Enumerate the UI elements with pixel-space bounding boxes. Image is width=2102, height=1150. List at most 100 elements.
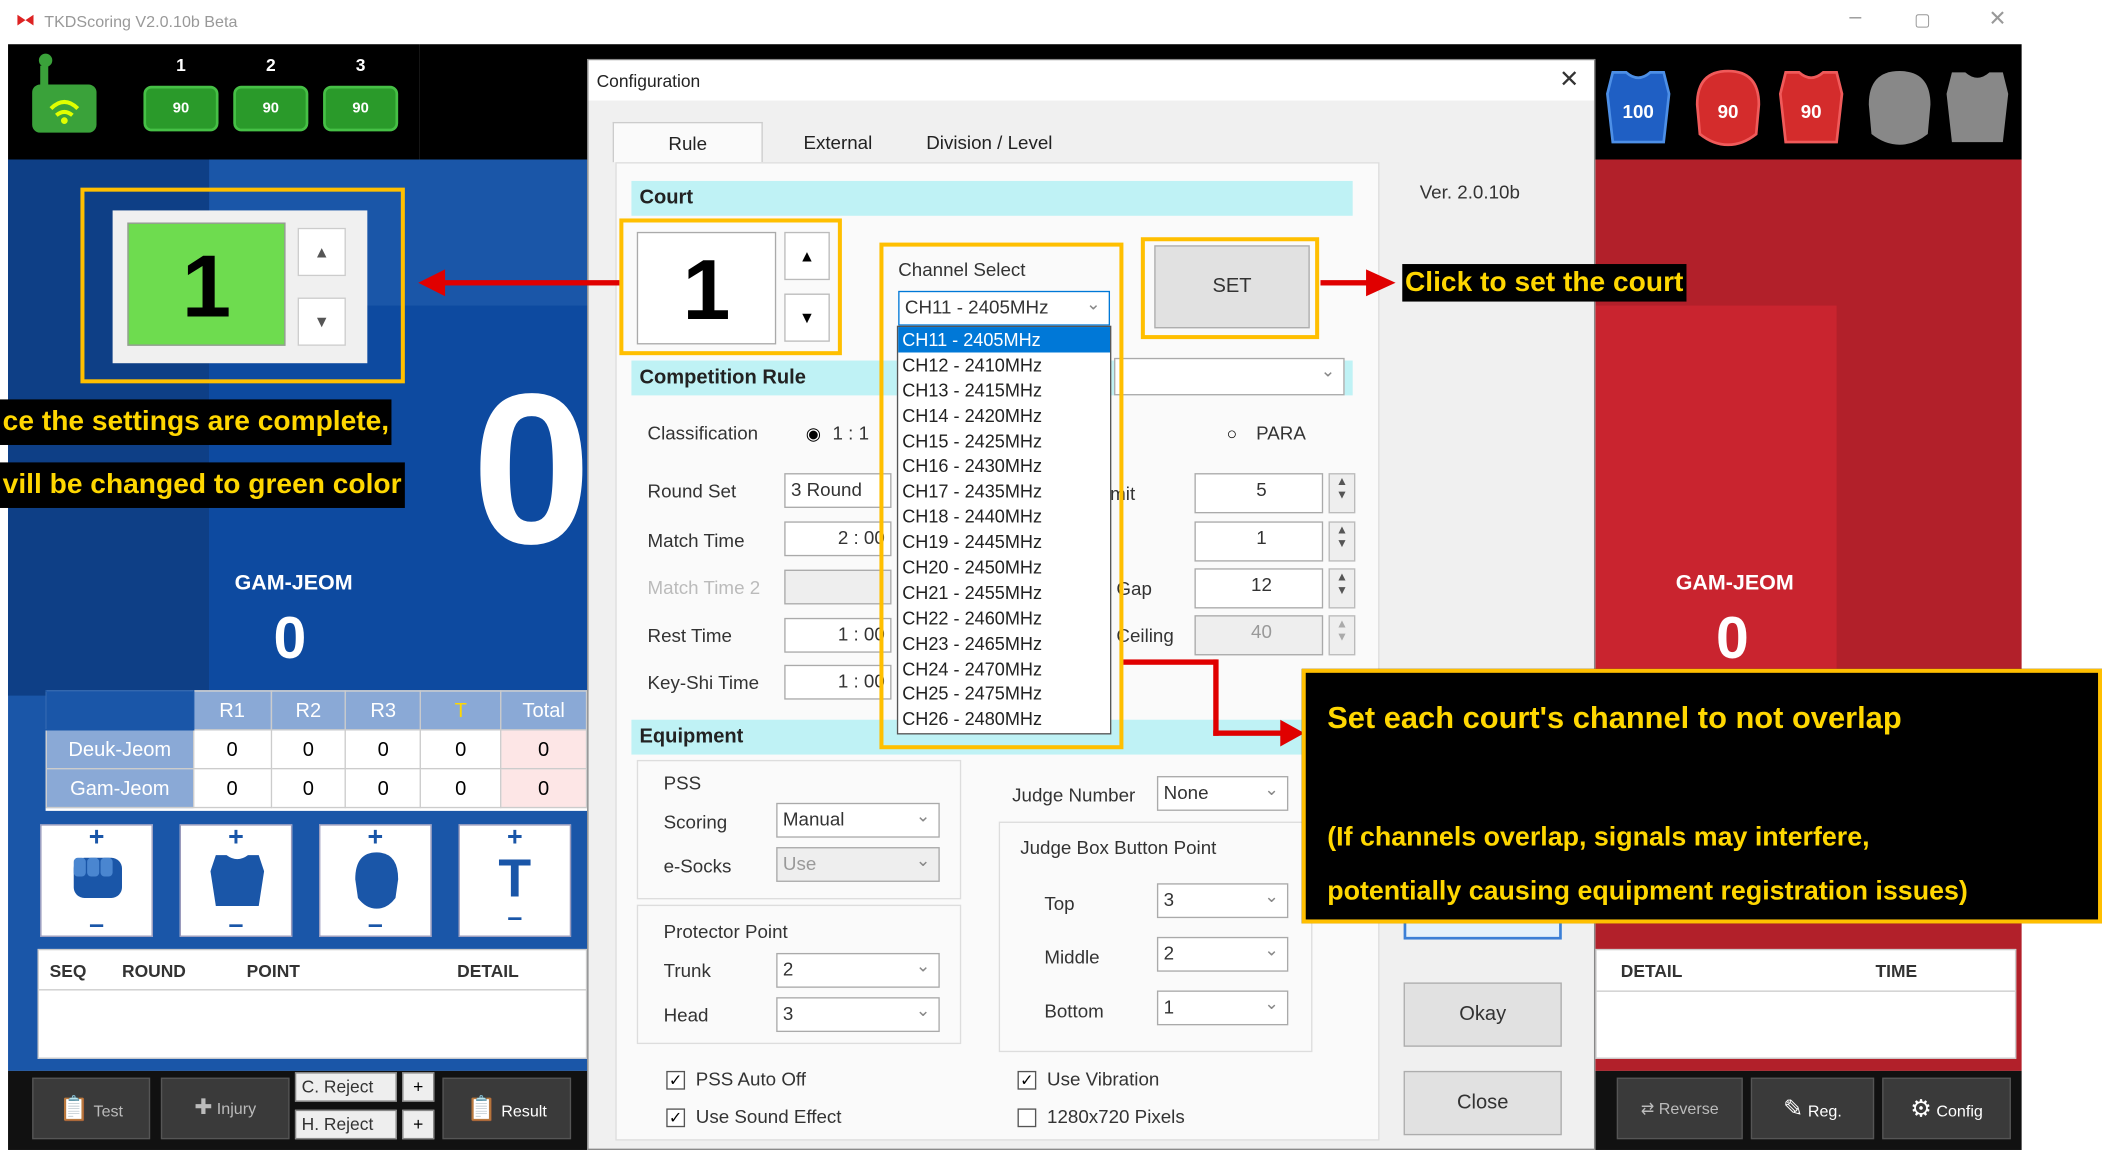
bottom-point-dropdown[interactable]: 1 xyxy=(1156,989,1289,1026)
pss-auto-off-checkbox[interactable]: ✓ xyxy=(666,1070,686,1090)
version-label: Ver. 2.0.10b xyxy=(1419,180,1520,203)
use-sound-effect-label: Use Sound Effect xyxy=(695,1105,842,1128)
arrow-right-head-icon xyxy=(1366,269,1396,297)
clipboard-icon: 📋 xyxy=(59,1095,90,1122)
test-button[interactable]: 📋 Test xyxy=(32,1077,151,1140)
technical-point-button[interactable]: + T – xyxy=(458,824,572,937)
round-set-dropdown[interactable]: 3 Round xyxy=(784,473,892,508)
match-time2-label: Match Time 2 xyxy=(647,576,761,598)
blue-big-score: 0 xyxy=(471,348,592,589)
t-icon: T xyxy=(498,849,532,909)
court-display-highlight xyxy=(80,187,405,384)
svg-text:90: 90 xyxy=(1801,101,1822,122)
scoring-dropdown[interactable]: Manual xyxy=(776,801,940,838)
channel-note-line2: potentially causing equipment registrati… xyxy=(1327,876,1968,907)
channel-select-highlight xyxy=(879,242,1124,750)
log-header-point: POINT xyxy=(246,960,300,982)
app-logo-icon xyxy=(17,14,34,26)
head-protector-icon xyxy=(355,852,399,909)
head-point-dropdown[interactable]: 3 xyxy=(776,996,940,1033)
dialog-title-bar: Configuration ✕ xyxy=(588,60,1594,101)
court-section-header: Court xyxy=(631,180,1353,216)
radio-selected-icon[interactable]: ◉ xyxy=(806,424,821,445)
settings-note-line1: ce the settings are complete, xyxy=(0,399,392,445)
window-title-bar: TKDScoring V2.0.10b Beta – ▢ ✕ xyxy=(0,0,2102,45)
field-2-input[interactable]: 1 xyxy=(1194,521,1324,562)
h-reject-label: H. Reject xyxy=(294,1109,397,1140)
classification-para-label: PARA xyxy=(1256,422,1306,444)
close-button[interactable]: Close xyxy=(1403,1070,1562,1136)
rest-time-input[interactable]: 1 : 00 xyxy=(784,617,892,653)
tab-external[interactable]: External xyxy=(776,122,899,162)
log-header-detail: DETAIL xyxy=(1620,960,1683,982)
injury-button[interactable]: ✚ Injury xyxy=(160,1077,290,1140)
header-t: T xyxy=(419,690,502,731)
head-label: Head xyxy=(663,1003,709,1026)
point-gap-spin-icon[interactable]: ▲ ▼ xyxy=(1328,568,1356,609)
head-point-button[interactable]: + – xyxy=(319,824,432,938)
top-point-dropdown[interactable]: 3 xyxy=(1156,882,1289,919)
esocks-dropdown: Use xyxy=(776,846,940,882)
dialog-close-icon[interactable]: ✕ xyxy=(1559,66,1579,94)
reverse-button[interactable]: ⇄ Reverse xyxy=(1616,1077,1743,1140)
blue-gamjeom-value: 0 xyxy=(273,605,307,672)
config-button[interactable]: ⚙ Config xyxy=(1882,1077,2011,1140)
tab-division-level[interactable]: Division / Level xyxy=(910,122,1068,162)
result-button[interactable]: 📋 Result xyxy=(442,1077,572,1140)
trunk-point-button[interactable]: + – xyxy=(179,824,293,938)
middle-label: Middle xyxy=(1044,946,1100,968)
judge-3-number: 3 xyxy=(355,54,366,76)
use-sound-effect-checkbox[interactable]: ✓ xyxy=(666,1108,686,1128)
pixels-1280-checkbox[interactable] xyxy=(1017,1108,1037,1128)
competition-rule-dropdown[interactable] xyxy=(1114,357,1345,396)
red-head-protector-icon: 90 xyxy=(1695,69,1761,147)
punch-point-button[interactable]: + – xyxy=(40,824,153,938)
log-header-time: TIME xyxy=(1875,960,1918,982)
pixels-1280-label: 1280x720 Pixels xyxy=(1047,1105,1185,1128)
point-ceiling-spin-icon: ▲ ▼ xyxy=(1328,615,1356,656)
window-title: TKDScoring V2.0.10b Beta xyxy=(44,12,238,31)
field-2-spin-icon[interactable]: ▲ ▼ xyxy=(1328,521,1356,562)
trunk-point-dropdown[interactable]: 2 xyxy=(776,952,940,988)
log-header-round: ROUND xyxy=(121,960,186,982)
fist-icon xyxy=(73,857,122,899)
set-button-highlight xyxy=(1140,237,1320,340)
radio-unselected-icon[interactable]: ○ xyxy=(1227,424,1238,444)
rest-time-label: Rest Time xyxy=(647,624,732,647)
point-gap-input[interactable]: 12 xyxy=(1194,568,1324,609)
minimize-icon[interactable]: – xyxy=(1829,5,1883,29)
arrow-to-court-display xyxy=(442,280,620,286)
h-reject-plus-button[interactable]: + xyxy=(402,1109,435,1140)
maximize-icon[interactable]: ▢ xyxy=(1896,9,1950,30)
use-vibration-label: Use Vibration xyxy=(1047,1068,1160,1090)
match-time-input[interactable]: 2 : 00 xyxy=(784,521,892,557)
judge-3-battery-badge: 90 xyxy=(323,85,399,132)
okay-button[interactable]: Okay xyxy=(1403,982,1562,1047)
scoring-label: Scoring xyxy=(663,810,728,833)
svg-text:100: 100 xyxy=(1623,101,1654,122)
reg-button[interactable]: ✎ Reg. xyxy=(1750,1077,1875,1140)
point-limit-spin-icon[interactable]: ▲ ▼ xyxy=(1328,473,1356,514)
injury-icon: ✚ xyxy=(194,1096,213,1120)
judge-number-dropdown[interactable]: None xyxy=(1156,775,1289,811)
arrow-channel-h2 xyxy=(1213,730,1286,736)
dialog-title: Configuration xyxy=(596,71,701,92)
point-limit-input[interactable]: 5 xyxy=(1194,473,1324,514)
log-header-seq: SEQ xyxy=(49,960,87,982)
top-label: Top xyxy=(1044,892,1075,915)
header-r1: R1 xyxy=(192,690,272,731)
use-vibration-checkbox[interactable]: ✓ xyxy=(1017,1070,1037,1090)
tab-rule[interactable]: Rule xyxy=(612,121,763,163)
judge-2-number: 2 xyxy=(265,54,276,76)
middle-point-dropdown[interactable]: 2 xyxy=(1156,936,1289,972)
classification-label: Classification xyxy=(647,422,759,444)
grey-head-protector-icon xyxy=(1868,71,1931,145)
trunk-protector-icon xyxy=(210,855,265,907)
c-reject-plus-button[interactable]: + xyxy=(402,1072,435,1102)
keyshi-time-input[interactable]: 1 : 00 xyxy=(784,664,892,700)
arrow-left-head-icon xyxy=(418,269,446,297)
red-gamjeom-label: GAM-JEOM xyxy=(1675,572,1794,596)
close-icon[interactable]: ✕ xyxy=(1971,5,2025,32)
edit-icon: ✎ xyxy=(1783,1095,1804,1122)
pss-label: PSS xyxy=(663,772,702,794)
